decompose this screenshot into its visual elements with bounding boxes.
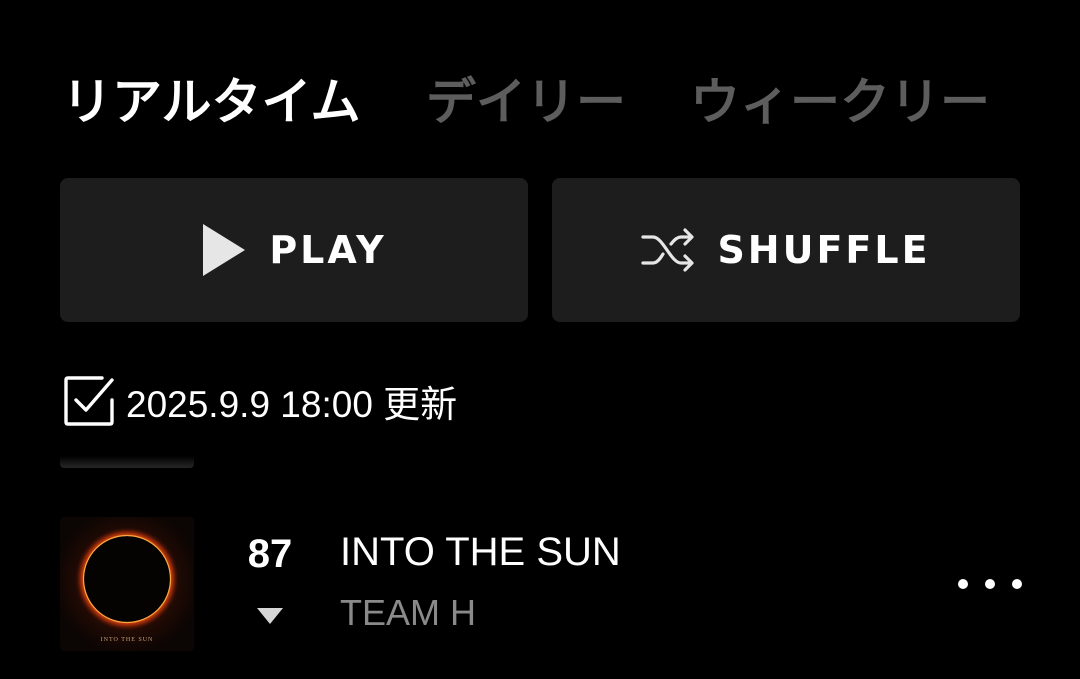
- album-art: INTO THE SUN: [60, 517, 194, 651]
- shuffle-label: SHUFFLE: [717, 228, 931, 272]
- previous-album-art-edge: [60, 456, 194, 468]
- tab-daily[interactable]: デイリー: [426, 62, 626, 142]
- play-button[interactable]: PLAY: [60, 178, 528, 322]
- shuffle-button[interactable]: SHUFFLE: [552, 178, 1020, 322]
- play-label: PLAY: [269, 228, 387, 272]
- tab-weekly[interactable]: ウィークリー: [690, 62, 990, 142]
- chart-period-tabs: リアルタイム デイリー ウィークリー: [62, 62, 1062, 142]
- triangle-down-icon: [256, 606, 284, 626]
- more-dot: [1012, 579, 1022, 589]
- more-options-button[interactable]: [958, 570, 1022, 598]
- updated-timestamp: 2025.9.9 18:00 更新: [62, 372, 457, 430]
- album-art-caption: INTO THE SUN: [101, 637, 154, 643]
- chart-list-item[interactable]: INTO THE SUN 87 INTO THE SUN TEAM H: [0, 510, 1080, 660]
- tab-realtime[interactable]: リアルタイム: [62, 62, 361, 142]
- checkbox-icon: [62, 374, 116, 428]
- artist-name[interactable]: TEAM H: [340, 592, 476, 634]
- more-dot: [985, 579, 995, 589]
- play-icon: [201, 222, 247, 278]
- more-horizontal-icon: [958, 579, 968, 589]
- rank-number: 87: [247, 532, 293, 576]
- song-title: INTO THE SUN: [340, 530, 621, 574]
- shuffle-icon: [641, 225, 695, 275]
- updated-text: 2025.9.9 18:00 更新: [126, 384, 458, 425]
